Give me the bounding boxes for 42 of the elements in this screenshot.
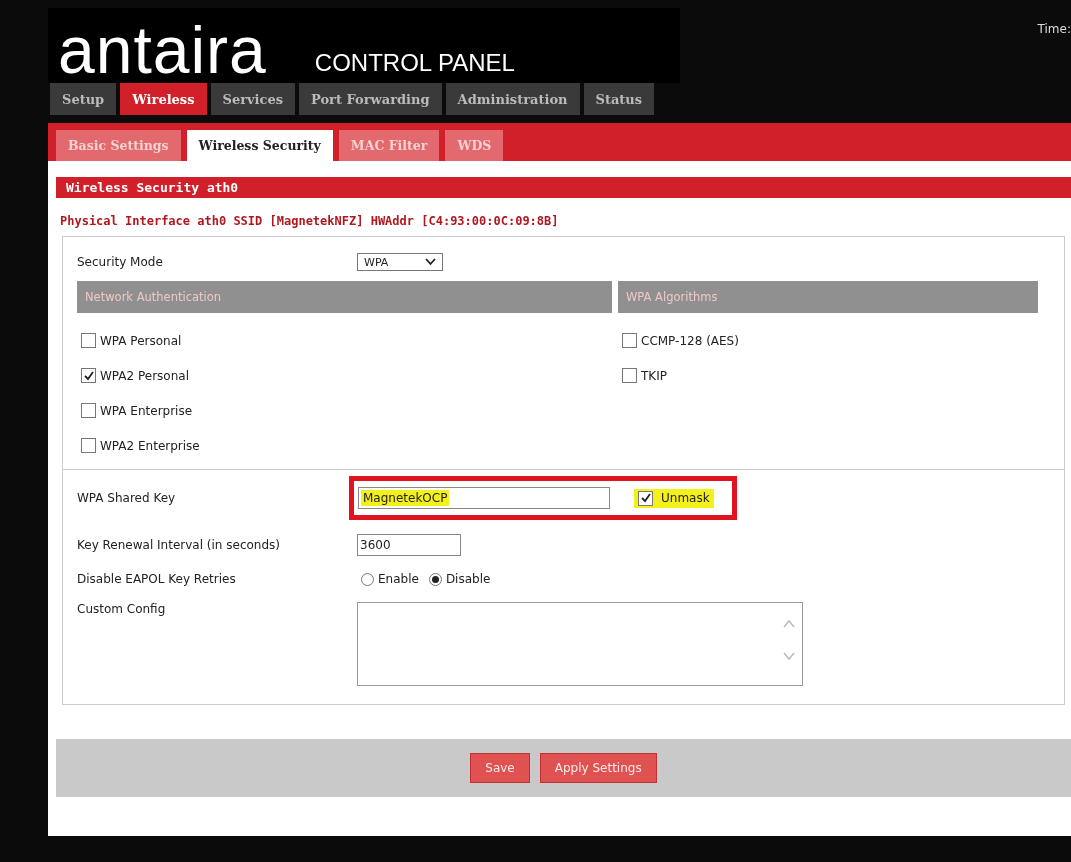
renewal-field[interactable]: 3600 <box>357 534 461 556</box>
option-label: WPA Enterprise <box>100 403 193 418</box>
option-label: Disable <box>445 572 491 586</box>
check-icon <box>639 492 652 504</box>
shared-key-field[interactable]: MagnetekOCP <box>358 487 610 509</box>
checkbox[interactable] <box>81 438 96 453</box>
option-label: WPA Personal <box>100 333 182 348</box>
checkbox[interactable] <box>622 333 637 348</box>
action-button[interactable]: Save <box>470 753 530 783</box>
field-label: WPA Shared Key <box>77 491 177 505</box>
main-tab[interactable]: Port Forwarding <box>299 83 442 115</box>
security-mode-select[interactable]: WPA <box>357 253 443 271</box>
field-label: Custom Config <box>77 602 167 616</box>
main-tab[interactable]: Administration <box>445 83 580 115</box>
main-tab[interactable]: Setup <box>50 83 117 115</box>
logo: antaira <box>58 17 267 83</box>
sub-tab[interactable]: Wireless Security <box>186 130 333 161</box>
option-label: WPA2 Personal <box>100 368 189 383</box>
caret-icon <box>425 258 436 266</box>
checkbox[interactable] <box>81 333 96 348</box>
checkbox[interactable] <box>81 368 96 383</box>
main-tab[interactable]: Wireless <box>120 83 207 115</box>
fieldset-legend: Physical Interface ath0 SSID [MagnetekNFZ] HWAddr [C4:93:00:0C:09:8B] <box>60 214 1071 228</box>
checkbox[interactable] <box>81 403 96 418</box>
column-heading: WPA Algorithms <box>618 281 1038 313</box>
option-label: Enable <box>378 572 419 586</box>
action-button[interactable]: Apply Settings <box>539 753 657 783</box>
option-label: TKIP <box>641 368 667 383</box>
field-label: Security Mode <box>77 255 164 269</box>
custom-config-field[interactable] <box>357 602 803 686</box>
option-label: CCMP-128 (AES) <box>641 333 739 348</box>
main-tab[interactable]: Status <box>583 83 655 115</box>
unmask-checkbox[interactable]: Unmask <box>634 488 714 508</box>
time-label: Time: <box>1037 22 1071 36</box>
main-tab[interactable]: Services <box>210 83 295 115</box>
field-label: Disable EAPOL Key Retries <box>77 572 237 586</box>
panel-title: CONTROL PANEL <box>314 49 515 78</box>
checkbox[interactable] <box>622 368 637 383</box>
field-label: Key Renewal Interval (in seconds) <box>77 538 281 552</box>
column-heading: Network Authentication <box>77 281 612 313</box>
option-label: WPA2 Enterprise <box>100 438 200 453</box>
section-title: Wireless Security ath0 <box>56 177 1071 198</box>
